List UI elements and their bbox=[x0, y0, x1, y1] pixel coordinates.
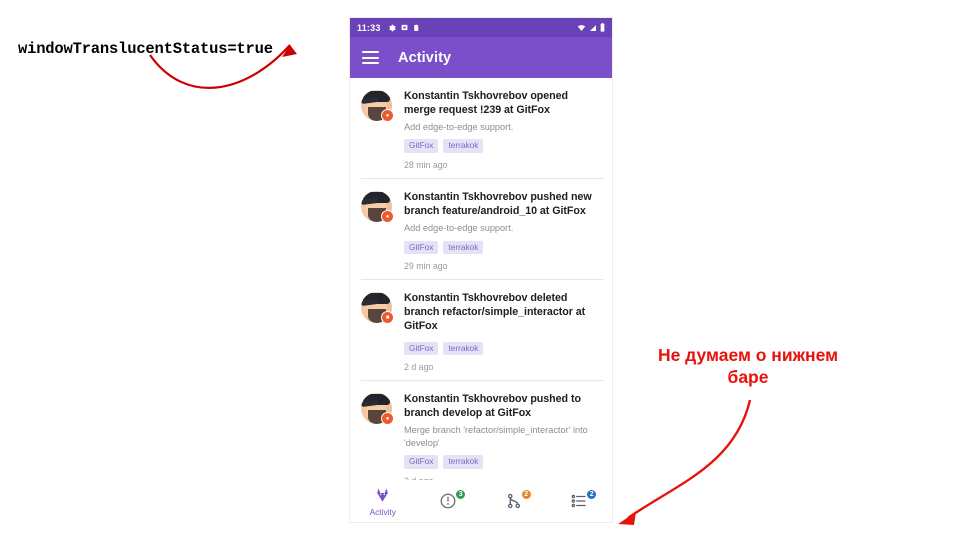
annotation-arrow-right bbox=[618, 399, 752, 525]
nav-item-label: Activity bbox=[369, 507, 396, 517]
avatar-event-badge-icon: ● bbox=[381, 412, 394, 426]
screenshot-icon bbox=[401, 24, 408, 31]
activity-title: Konstantin Tskhovrebov pushed to branch … bbox=[404, 393, 581, 420]
avatar-event-badge-icon: ● bbox=[381, 210, 394, 224]
list-item[interactable]: ● Konstantin Tskhovrebov opened merge re… bbox=[350, 78, 612, 180]
activity-timestamp: 2 d ago bbox=[404, 362, 434, 373]
gear-icon bbox=[388, 24, 396, 32]
annotation-bottom-bar-note: Не думаем о нижнем баре bbox=[630, 345, 866, 389]
annotation-line-2: баре bbox=[727, 366, 769, 387]
activity-timestamp: 29 min ago bbox=[404, 261, 448, 272]
avatar: ● bbox=[361, 191, 394, 224]
nav-item-merge-requests[interactable]: 2 bbox=[481, 489, 547, 511]
list-item[interactable]: ● Konstantin Tskhovrebov pushed new bran… bbox=[350, 179, 612, 281]
battery-icon bbox=[600, 23, 605, 32]
list-item[interactable]: ● Konstantin Tskhovrebov pushed to branc… bbox=[350, 381, 612, 495]
annotation-window-translucent-status: windowTranslucentStatus=true bbox=[18, 40, 273, 58]
avatar: ● bbox=[361, 393, 394, 426]
bottom-navigation-bar[interactable]: Activity 3 2 2 bbox=[350, 480, 612, 522]
clipboard-icon bbox=[413, 24, 420, 32]
hamburger-menu-icon[interactable] bbox=[362, 51, 379, 64]
chip-user[interactable]: terrakok bbox=[443, 139, 484, 154]
activity-chips: GitFox terrakok bbox=[404, 341, 602, 356]
nav-item-activity[interactable]: Activity bbox=[350, 485, 416, 517]
gitfox-logo-icon bbox=[377, 488, 389, 502]
chip-project[interactable]: GitFox bbox=[404, 139, 439, 154]
page-title: Activity bbox=[398, 49, 452, 66]
nav-item-todos[interactable]: 2 bbox=[547, 489, 613, 511]
status-bar-right-icons bbox=[577, 23, 605, 32]
nav-badge: 2 bbox=[586, 489, 598, 500]
wifi-icon bbox=[577, 24, 586, 32]
chip-project[interactable]: GitFox bbox=[404, 240, 439, 255]
activity-chips: GitFox terrakok bbox=[404, 240, 602, 255]
status-bar: 11:33 bbox=[350, 18, 612, 37]
activity-chips: GitFox terrakok bbox=[404, 454, 602, 469]
activity-title: Konstantin Tskhovrebov opened merge requ… bbox=[404, 90, 569, 117]
chip-project[interactable]: GitFox bbox=[404, 341, 439, 356]
app-bar: Activity bbox=[350, 37, 612, 78]
activity-description: Add edge-to-edge support. bbox=[404, 223, 514, 234]
avatar-event-badge-icon: ■ bbox=[381, 311, 394, 325]
phone-screenshot: 11:33 Activity ● Konstantin Tskhovrebov … bbox=[350, 18, 612, 522]
annotation-line-1: Не думаем о нижнем bbox=[657, 345, 839, 365]
chip-user[interactable]: terrakok bbox=[443, 341, 484, 356]
list-item[interactable]: ■ Konstantin Tskhovrebov deleted branch … bbox=[350, 280, 612, 382]
activity-timestamp: 28 min ago bbox=[404, 160, 448, 171]
status-clock: 11:33 bbox=[357, 22, 381, 33]
activity-title: Konstantin Tskhovrebov deleted branch re… bbox=[404, 292, 586, 333]
avatar-event-badge-icon: ● bbox=[381, 109, 394, 122]
activity-chips: GitFox terrakok bbox=[404, 139, 602, 154]
chip-user[interactable]: terrakok bbox=[443, 454, 484, 469]
nav-item-issues[interactable]: 3 bbox=[416, 489, 482, 511]
avatar: ● bbox=[361, 90, 394, 122]
activity-title: Konstantin Tskhovrebov pushed new branch… bbox=[404, 191, 592, 218]
activity-list[interactable]: ● Konstantin Tskhovrebov opened merge re… bbox=[350, 78, 612, 502]
activity-description: Add edge-to-edge support. bbox=[404, 122, 514, 133]
chip-project[interactable]: GitFox bbox=[404, 454, 439, 469]
signal-icon bbox=[589, 24, 597, 32]
nav-badge: 2 bbox=[520, 489, 532, 500]
activity-description: Merge branch 'refactor/simple_interactor… bbox=[404, 425, 588, 448]
avatar: ■ bbox=[361, 292, 394, 325]
chip-user[interactable]: terrakok bbox=[443, 240, 484, 255]
nav-badge: 3 bbox=[455, 489, 467, 500]
